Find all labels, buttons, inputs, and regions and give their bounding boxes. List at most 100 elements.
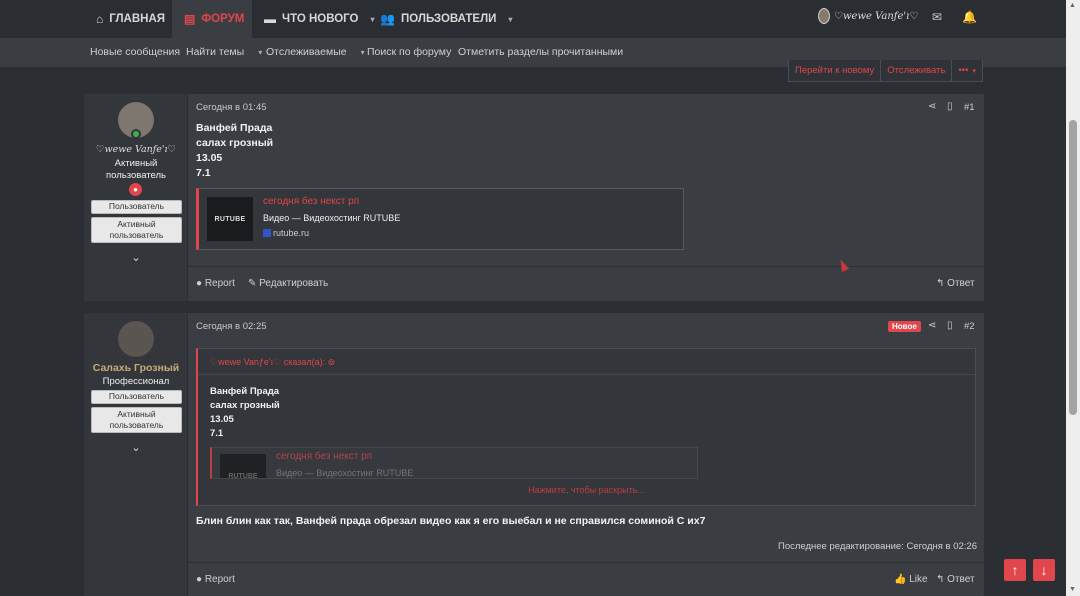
- post-author[interactable]: Салахь Грозный: [84, 362, 188, 374]
- subnav-new-messages[interactable]: Новые сообщения: [90, 46, 180, 58]
- post-footer: ● Report 👍 Like ↰ Ответ: [188, 562, 984, 596]
- banner-line2: пользователь: [109, 420, 164, 430]
- quote-line: 13.05: [210, 414, 234, 425]
- envelope-icon[interactable]: ✉: [932, 10, 942, 24]
- edit-label: Редактировать: [259, 278, 329, 289]
- bell-icon[interactable]: 🔔: [962, 10, 977, 24]
- reply-label: Ответ: [947, 574, 975, 585]
- nav-users-label: ПОЛЬЗОВАТЕЛИ: [400, 13, 497, 25]
- post-author[interactable]: ♡wewe Vanƒe'ı♡: [84, 144, 188, 155]
- user-banner: Активный пользователь: [91, 217, 182, 243]
- post-message: Ванфей Прада салах грозный 13.05 7.1: [196, 121, 273, 181]
- banner-line2: пользователь: [109, 230, 164, 240]
- report-link[interactable]: ● Report: [196, 278, 235, 289]
- nav-whats-new[interactable]: ▬ ЧТО НОВОГО ▾: [252, 0, 387, 38]
- subnav-mark-read[interactable]: Отметить разделы прочитанными: [458, 46, 623, 58]
- scroll-top-button[interactable]: ↑: [1004, 559, 1026, 581]
- share-icon[interactable]: ⋖: [928, 320, 936, 331]
- embed-domain-label: rutube.ru: [273, 228, 310, 238]
- nav-users[interactable]: 👥 ПОЛЬЗОВАТЕЛИ ▾: [368, 0, 524, 38]
- bookmark-icon[interactable]: ▯: [947, 101, 953, 112]
- scroll-up-arrow-icon[interactable]: ▲: [1069, 2, 1076, 9]
- scrollbar-thumb[interactable]: [1069, 120, 1077, 415]
- post-date[interactable]: Сегодня в 02:25: [196, 321, 267, 332]
- expand-quote-link[interactable]: Нажмите, чтобы раскрыть...: [198, 485, 975, 495]
- chevron-down-icon[interactable]: ⌄: [84, 251, 188, 264]
- banner-line1: Активный: [117, 219, 156, 229]
- chevron-down-icon: ▾: [508, 14, 513, 24]
- username-label: ♡wewe Vanƒe'ı♡: [834, 10, 919, 22]
- user-banner: Пользователь: [91, 200, 182, 214]
- quote-header[interactable]: ♡wewe Vanƒe'ı♡ сказал(а): ⊚: [198, 349, 975, 375]
- like-label: Like: [909, 574, 928, 585]
- user-title: Активный пользователь: [84, 158, 188, 182]
- report-link[interactable]: ● Report: [196, 574, 235, 585]
- report-label: Report: [204, 278, 235, 289]
- nav-forum[interactable]: ▤ ФОРУМ: [172, 0, 252, 38]
- embed-title: сегодня без некст рп: [276, 451, 373, 462]
- find-threads-label: Найти темы: [186, 46, 245, 58]
- post-line: 13.05: [196, 152, 223, 164]
- user-menu[interactable]: ♡wewe Vanƒe'ı♡: [818, 8, 918, 24]
- post-number[interactable]: #2: [964, 321, 975, 332]
- edit-link[interactable]: ✎ Редактировать: [248, 278, 328, 289]
- subnav-watched[interactable]: Отслеживаемые ▾: [266, 46, 365, 58]
- group-badge-icon: ●: [129, 183, 142, 196]
- nav-home[interactable]: ⌂ ГЛАВНАЯ: [84, 0, 177, 38]
- more-label: •••: [958, 65, 969, 76]
- reply-link[interactable]: ↰ Ответ: [936, 278, 975, 289]
- embed-thumbnail: RUTUBE: [220, 454, 266, 478]
- quote-author: ♡wewe Vanƒe'ı♡ сказал(а):: [210, 357, 326, 367]
- link-embed[interactable]: RUTUBE сегодня без некст рп Видео — Виде…: [196, 188, 684, 250]
- quote-embed: RUTUBE сегодня без некст рп Видео — Виде…: [210, 447, 698, 479]
- user-title-line2: пользователь: [106, 170, 166, 181]
- report-label: Report: [204, 574, 235, 585]
- quote-text: Ванфей Прада салах грозный 13.05 7.1: [210, 385, 280, 441]
- reply-link[interactable]: ↰ Ответ: [936, 574, 975, 585]
- post-2-content: Сегодня в 02:25 Новое ⋖ ▯ #2 ♡wewe Vanƒe…: [188, 313, 984, 596]
- embed-subtitle: Видео — Видеохостинг RUTUBE: [263, 213, 401, 223]
- chevron-down-icon[interactable]: ⌄: [84, 441, 188, 454]
- post-number[interactable]: #1: [964, 102, 975, 113]
- go-to-new-button[interactable]: Перейти к новому: [789, 60, 882, 81]
- post-message: Блин блин как так, Ванфей прада обрезал …: [196, 515, 706, 527]
- user-title: Профессионал: [102, 376, 170, 387]
- subnav-find-threads[interactable]: Найти темы ▾: [186, 46, 262, 58]
- banner-line1: Активный: [117, 409, 156, 419]
- avatar[interactable]: [118, 321, 154, 357]
- user-banner: Пользователь: [91, 390, 182, 404]
- quote-block: ♡wewe Vanƒe'ı♡ сказал(а): ⊚ Ванфей Прада…: [196, 348, 976, 506]
- reply-icon: ↰: [936, 278, 945, 289]
- post-1-content: Сегодня в 01:45 ⋖ ▯ #1 Ванфей Прада сала…: [188, 94, 984, 301]
- subnav-search-forum[interactable]: Поиск по форуму: [367, 46, 451, 58]
- quote-line: Ванфей Прада: [210, 386, 280, 397]
- more-button[interactable]: ••• ▾: [952, 60, 982, 81]
- nav-home-label: ГЛАВНАЯ: [109, 13, 166, 25]
- watched-label: Отслеживаемые: [266, 46, 347, 58]
- favicon-icon: [263, 229, 271, 237]
- like-button[interactable]: 👍 Like: [894, 574, 928, 585]
- bookmark-icon[interactable]: ▯: [947, 320, 953, 331]
- chevron-down-icon: ▾: [360, 47, 365, 57]
- home-icon: ⌂: [96, 12, 104, 26]
- chevron-down-icon: ▾: [972, 67, 976, 75]
- embed-title[interactable]: сегодня без некст рп: [263, 196, 359, 207]
- quote-line: 7.1: [210, 428, 224, 439]
- scroll-down-arrow-icon[interactable]: ▼: [1069, 586, 1076, 593]
- embed-domain: rutube.ru: [263, 228, 309, 238]
- embed-subtitle: Видео — Видеохостинг RUTUBE: [276, 468, 414, 478]
- post-line: салах грозный: [196, 137, 274, 149]
- comment-icon: ▬: [264, 12, 276, 26]
- watch-button[interactable]: Отслеживать: [881, 60, 953, 81]
- thread-action-buttons: Перейти к новому Отслеживать ••• ▾: [788, 60, 983, 82]
- user-title-line1: Активный: [114, 158, 158, 169]
- thumbs-up-icon: 👍: [894, 574, 907, 585]
- last-edit-note: Последнее редактирование: Сегодня в 02:2…: [778, 541, 977, 552]
- post-date[interactable]: Сегодня в 01:45: [196, 102, 267, 113]
- post-2-user-panel: Салахь Грозный Профессионал Пользователь…: [84, 313, 188, 596]
- scroll-bottom-button[interactable]: ↓: [1033, 559, 1055, 581]
- share-icon[interactable]: ⋖: [928, 101, 936, 112]
- post-1-user-panel: ♡wewe Vanƒe'ı♡ Активный пользователь ● П…: [84, 94, 188, 301]
- online-status-icon: [131, 129, 141, 139]
- nav-whats-new-label: ЧТО НОВОГО: [282, 13, 359, 25]
